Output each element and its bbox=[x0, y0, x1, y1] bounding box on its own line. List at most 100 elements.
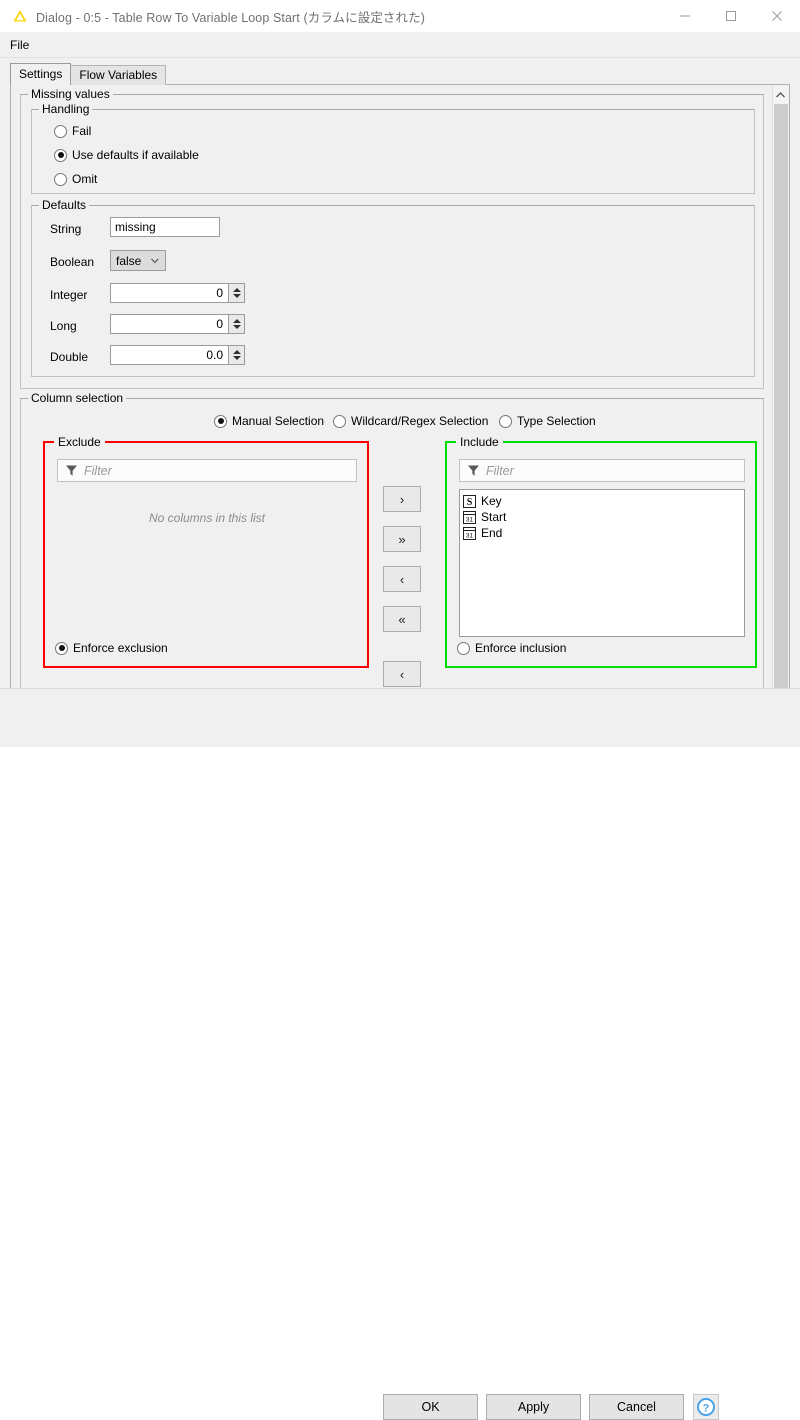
window-controls bbox=[662, 0, 800, 32]
list-item[interactable]: S Key bbox=[460, 493, 744, 509]
radio-dot bbox=[54, 148, 67, 162]
vertical-scrollbar[interactable] bbox=[772, 86, 788, 729]
list-item-label: Key bbox=[481, 494, 502, 508]
help-icon: ? bbox=[697, 1398, 715, 1416]
add-all-label: » bbox=[398, 531, 406, 547]
exclude-list[interactable]: No columns in this list bbox=[57, 489, 357, 637]
tab-settings[interactable]: Settings bbox=[10, 63, 72, 85]
spinner-up-icon[interactable] bbox=[232, 319, 241, 323]
list-item[interactable]: 31 End bbox=[460, 525, 744, 541]
add-all-button[interactable]: » bbox=[383, 526, 421, 552]
default-double-value[interactable]: 0.0 bbox=[110, 345, 228, 365]
apply-button[interactable]: Apply bbox=[486, 1394, 581, 1420]
radio-label: Type Selection bbox=[517, 414, 596, 428]
radio-dot bbox=[54, 172, 67, 186]
remove-selected-button[interactable]: ‹ bbox=[383, 661, 421, 687]
radio-label: Manual Selection bbox=[232, 414, 325, 428]
default-integer-value[interactable]: 0 bbox=[110, 283, 228, 303]
filter-icon bbox=[468, 465, 479, 476]
exclude-filter-placeholder: Filter bbox=[84, 463, 112, 478]
radio-enforce-inclusion[interactable]: Enforce inclusion bbox=[457, 641, 566, 655]
spinner-down-icon[interactable] bbox=[232, 325, 241, 329]
list-item-label: End bbox=[481, 526, 503, 540]
radio-type-selection[interactable]: Type Selection bbox=[499, 414, 596, 428]
cancel-label: Cancel bbox=[617, 1400, 656, 1414]
spinner-down-icon[interactable] bbox=[232, 356, 241, 360]
settings-scroll-host: Missing values Handling Fail Use default… bbox=[12, 86, 790, 729]
handling-group: Handling Fail Use defaults if available … bbox=[31, 102, 755, 194]
knime-node-icon bbox=[13, 10, 27, 22]
radio-handling-omit[interactable]: Omit bbox=[54, 172, 97, 186]
label-default-string: String bbox=[50, 222, 82, 236]
help-button[interactable]: ? bbox=[693, 1394, 719, 1420]
spinner-buttons[interactable] bbox=[228, 314, 245, 334]
tab-strip: Settings Flow Variables bbox=[10, 63, 167, 85]
radio-label: Enforce inclusion bbox=[475, 641, 567, 655]
default-long-value[interactable]: 0 bbox=[110, 314, 228, 334]
include-filter-placeholder: Filter bbox=[486, 463, 514, 478]
remove-selected-button-2[interactable]: ‹ bbox=[383, 566, 421, 592]
radio-manual-selection[interactable]: Manual Selection bbox=[214, 414, 324, 428]
svg-text:?: ? bbox=[703, 1403, 710, 1415]
tab-flow-variables[interactable]: Flow Variables bbox=[70, 65, 167, 85]
column-selection-group: Column selection Manual Selection Wildca… bbox=[20, 391, 764, 720]
settings-tab-panel: Missing values Handling Fail Use default… bbox=[10, 84, 790, 729]
list-item-label: Start bbox=[481, 510, 507, 524]
radio-enforce-exclusion[interactable]: Enforce exclusion bbox=[55, 641, 168, 655]
remove-all-label-2: « bbox=[398, 611, 406, 627]
missing-values-group-label: Missing values bbox=[28, 87, 113, 101]
label-default-boolean: Boolean bbox=[50, 255, 95, 269]
include-panel: Include Filter S Key 31 Start 31 End Enf… bbox=[445, 435, 757, 668]
exclude-empty-message: No columns in this list bbox=[148, 511, 266, 525]
default-boolean-value: false bbox=[116, 253, 142, 268]
default-double-spinner[interactable]: 0.0 bbox=[110, 345, 245, 365]
radio-label: Use defaults if available bbox=[72, 148, 199, 162]
title-bar: Dialog - 0:5 - Table Row To Variable Loo… bbox=[0, 0, 800, 33]
spinner-up-icon[interactable] bbox=[232, 350, 241, 354]
remove-all-button-2[interactable]: « bbox=[383, 606, 421, 632]
default-integer-spinner[interactable]: 0 bbox=[110, 283, 245, 303]
filter-icon bbox=[66, 465, 77, 476]
footer-bar: OK Apply Cancel ? bbox=[0, 688, 800, 1420]
scrollbar-thumb[interactable] bbox=[774, 104, 788, 710]
radio-handling-use-defaults[interactable]: Use defaults if available bbox=[54, 148, 199, 162]
radio-dot bbox=[214, 414, 227, 428]
defaults-group-label: Defaults bbox=[39, 198, 90, 212]
svg-text:31: 31 bbox=[466, 516, 474, 523]
label-default-integer: Integer bbox=[50, 288, 88, 302]
maximize-button[interactable] bbox=[708, 0, 754, 32]
cancel-button[interactable]: Cancel bbox=[589, 1394, 684, 1420]
svg-text:S: S bbox=[467, 497, 473, 508]
minimize-button[interactable] bbox=[662, 0, 708, 32]
exclude-filter-input[interactable]: Filter bbox=[57, 459, 357, 482]
radio-wildcard-regex-selection[interactable]: Wildcard/Regex Selection bbox=[333, 414, 488, 428]
spinner-up-icon[interactable] bbox=[232, 288, 241, 292]
default-boolean-combo[interactable]: false bbox=[110, 250, 166, 271]
close-button[interactable] bbox=[754, 0, 800, 32]
default-string-input[interactable]: missing bbox=[110, 217, 220, 237]
include-panel-label: Include bbox=[456, 435, 503, 449]
include-list[interactable]: S Key 31 Start 31 End bbox=[459, 489, 745, 637]
spinner-buttons[interactable] bbox=[228, 345, 245, 365]
radio-handling-fail[interactable]: Fail bbox=[54, 124, 91, 138]
radio-dot bbox=[54, 124, 67, 138]
list-item[interactable]: 31 Start bbox=[460, 509, 744, 525]
missing-values-group: Missing values Handling Fail Use default… bbox=[20, 87, 764, 389]
ok-button[interactable]: OK bbox=[383, 1394, 478, 1420]
label-default-long: Long bbox=[50, 319, 77, 333]
defaults-group: Defaults String missing Boolean false In… bbox=[31, 198, 755, 377]
include-filter-input[interactable]: Filter bbox=[459, 459, 745, 482]
spinner-buttons[interactable] bbox=[228, 283, 245, 303]
handling-group-label: Handling bbox=[39, 102, 93, 116]
window-title: Dialog - 0:5 - Table Row To Variable Loo… bbox=[36, 10, 425, 25]
radio-label: Wildcard/Regex Selection bbox=[351, 414, 489, 428]
scroll-up-button[interactable] bbox=[773, 86, 788, 103]
default-long-spinner[interactable]: 0 bbox=[110, 314, 245, 334]
label-default-double: Double bbox=[50, 350, 89, 364]
radio-label: Enforce exclusion bbox=[73, 641, 168, 655]
add-selected-button[interactable]: › bbox=[383, 486, 421, 512]
radio-label: Omit bbox=[72, 172, 98, 186]
menu-item-file[interactable]: File bbox=[0, 36, 37, 54]
spinner-down-icon[interactable] bbox=[232, 294, 241, 298]
radio-dot bbox=[499, 414, 512, 428]
